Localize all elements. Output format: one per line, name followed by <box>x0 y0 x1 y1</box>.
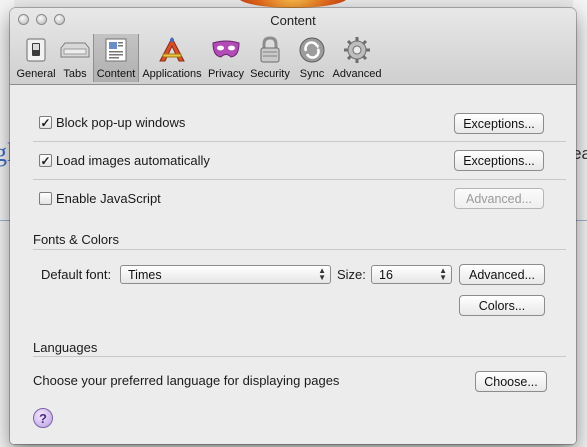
help-button[interactable]: ? <box>33 408 53 428</box>
load-images-row: ✓ Load images automatically <box>39 153 210 168</box>
load-images-label: Load images automatically <box>56 153 210 168</box>
font-size-label: Size: <box>337 267 366 282</box>
javascript-advanced-button[interactable]: Advanced... <box>454 188 544 209</box>
tab-label: Security <box>250 68 290 80</box>
font-size-value: 16 <box>379 267 393 282</box>
default-font-select[interactable]: Times ▲ ▼ <box>120 265 331 284</box>
images-exceptions-button[interactable]: Exceptions... <box>454 150 544 171</box>
general-switch-icon <box>20 35 52 65</box>
block-popups-checkbox[interactable]: ✓ <box>39 116 52 129</box>
sync-icon <box>296 35 328 65</box>
enable-javascript-checkbox[interactable] <box>39 192 52 205</box>
divider <box>33 249 566 250</box>
popup-exceptions-button[interactable]: Exceptions... <box>454 113 544 134</box>
select-arrows-icon: ▲ ▼ <box>439 266 447 282</box>
default-font-value: Times <box>128 267 162 282</box>
tab-advanced[interactable]: Advanced <box>331 34 383 82</box>
tab-label: Sync <box>299 68 325 80</box>
block-popups-row: ✓ Block pop-up windows <box>39 115 185 130</box>
tab-label: Advanced <box>332 68 382 80</box>
tab-sync[interactable]: Sync <box>293 34 331 82</box>
preferences-toolbar: Content General Tabs Content Application… <box>10 8 576 85</box>
languages-description: Choose your preferred language for displ… <box>33 373 340 388</box>
preferences-window: Content General Tabs Content Application… <box>10 8 576 444</box>
security-lock-icon <box>254 35 286 65</box>
divider <box>33 356 566 357</box>
tab-applications[interactable]: Applications <box>139 34 205 82</box>
advanced-gear-icon <box>341 35 373 65</box>
privacy-mask-icon <box>210 35 242 65</box>
colors-button[interactable]: Colors... <box>459 295 545 316</box>
fonts-advanced-button[interactable]: Advanced... <box>459 264 545 285</box>
help-question-icon: ? <box>39 410 47 426</box>
tab-tabs[interactable]: Tabs <box>57 34 93 82</box>
fonts-colors-heading: Fonts & Colors <box>33 232 119 247</box>
tab-privacy[interactable]: Privacy <box>205 34 247 82</box>
tab-label: General <box>16 68 56 80</box>
languages-heading: Languages <box>33 340 98 355</box>
load-images-checkbox[interactable]: ✓ <box>39 154 52 167</box>
font-size-select[interactable]: 16 ▲ ▼ <box>371 265 452 284</box>
divider <box>33 179 566 180</box>
preferences-tabs: General Tabs Content Applications Privac… <box>15 34 383 82</box>
tab-label: Tabs <box>63 68 87 80</box>
window-title: Content <box>270 13 316 28</box>
applications-icon <box>156 35 188 65</box>
divider <box>33 141 566 142</box>
javascript-row: Enable JavaScript <box>39 191 161 206</box>
content-page-icon <box>100 35 132 65</box>
tab-label: Applications <box>142 68 202 80</box>
tab-security[interactable]: Security <box>247 34 293 82</box>
tab-content[interactable]: Content <box>93 34 139 82</box>
enable-javascript-label: Enable JavaScript <box>56 191 161 206</box>
firefox-logo-fragment <box>238 0 348 8</box>
select-arrows-icon: ▲ ▼ <box>318 266 326 282</box>
tab-label: Content <box>96 68 136 80</box>
block-popups-label: Block pop-up windows <box>56 115 186 130</box>
tabs-icon <box>59 35 91 65</box>
content-pane: ✓ Block pop-up windows Exceptions... ✓ L… <box>10 85 576 444</box>
tab-label: Privacy <box>207 68 245 80</box>
tab-general[interactable]: General <box>15 34 57 82</box>
default-font-label: Default font: <box>41 267 112 282</box>
choose-language-button[interactable]: Choose... <box>475 371 547 392</box>
